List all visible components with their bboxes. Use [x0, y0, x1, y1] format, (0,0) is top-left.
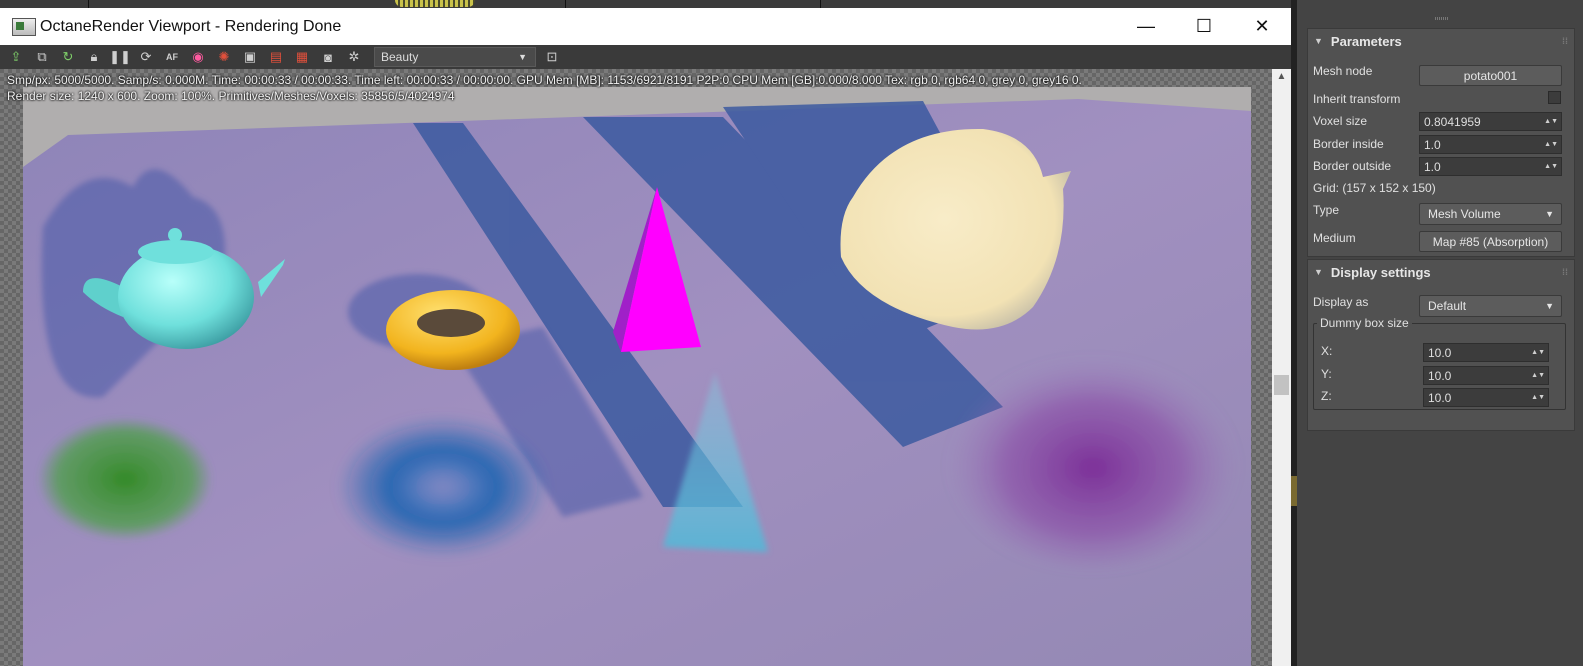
- viewport-scrollbar[interactable]: ▲: [1272, 69, 1291, 666]
- rollout-handle-icon: ⁞⁞: [1562, 267, 1568, 277]
- medium-label: Medium: [1313, 231, 1356, 245]
- border-inside-value: 1.0: [1424, 137, 1441, 152]
- x-label: X:: [1321, 344, 1333, 358]
- mesh-node-label: Mesh node: [1313, 64, 1373, 78]
- close-button[interactable]: ✕: [1233, 8, 1291, 45]
- display-as-label: Display as: [1313, 295, 1369, 309]
- type-dropdown[interactable]: Mesh Volume ▼: [1419, 203, 1562, 225]
- spinner-arrows-icon[interactable]: ▲▼: [1544, 163, 1558, 170]
- blue-volume-torus: [338, 417, 548, 557]
- y-value: 10.0: [1428, 368, 1452, 383]
- panel-grip-icon[interactable]: [1435, 17, 1449, 20]
- export-icon[interactable]: ⇪: [6, 47, 26, 67]
- rollout-handle-icon: ⁞⁞: [1562, 36, 1568, 46]
- render-stats-line-1: Smp/px: 5000/5000. Samp/s: 0.000M. Time:…: [7, 73, 1082, 87]
- chevron-down-icon: ▼: [1545, 301, 1554, 311]
- lock-icon[interactable]: 🔒︎: [84, 47, 104, 67]
- background-tick: [88, 0, 89, 8]
- x-value: 10.0: [1428, 345, 1452, 360]
- chevron-down-icon: ▼: [1545, 209, 1554, 219]
- medium-button[interactable]: Map #85 (Absorption): [1419, 231, 1562, 252]
- viewport-toolbar: ⇪ ⧉ ↻ 🔒︎ ❚❚ ⟳ AF ◉ ✺ ▣ ▤ ▦ ◙ ✲ Beauty ▼ …: [0, 45, 1291, 69]
- voxel-size-value: 0.8041959: [1424, 114, 1481, 129]
- settings-gear-icon[interactable]: ✲: [344, 47, 364, 67]
- render-pass-value: Beauty: [381, 50, 419, 64]
- z-value: 10.0: [1428, 390, 1452, 405]
- border-outside-value: 1.0: [1424, 159, 1441, 174]
- border-inside-spinner[interactable]: 1.0 ▲▼: [1419, 135, 1562, 154]
- viewport-icon[interactable]: ⊡: [542, 47, 562, 67]
- background-app-strip: [0, 0, 1297, 8]
- z-label: Z:: [1321, 389, 1332, 403]
- x-spinner[interactable]: 10.0 ▲▼: [1423, 343, 1549, 362]
- window-title: OctaneRender Viewport - Rendering Done: [40, 17, 342, 35]
- display-settings-title: Display settings: [1330, 264, 1431, 280]
- parameters-title: Parameters: [1330, 33, 1402, 49]
- render-icon[interactable]: ◙: [318, 47, 338, 67]
- minimize-button[interactable]: —: [1117, 8, 1175, 45]
- spinner-arrows-icon[interactable]: ▲▼: [1531, 349, 1545, 356]
- display-as-dropdown[interactable]: Default ▼: [1419, 295, 1562, 317]
- border-inside-label: Border inside: [1313, 137, 1384, 151]
- render-stats-line-2: Render size: 1240 x 600. Zoom: 100%. Pri…: [7, 89, 455, 103]
- copy-icon[interactable]: ⧉: [32, 47, 52, 67]
- af-icon[interactable]: AF: [162, 47, 182, 67]
- scroll-up-icon[interactable]: ▲: [1272, 71, 1291, 82]
- render-viewport[interactable]: Smp/px: 5000/5000. Samp/s: 0.000M. Time:…: [0, 69, 1272, 666]
- octane-app-icon: [12, 17, 36, 36]
- display-as-value: Default: [1428, 299, 1467, 313]
- background-tick: [820, 0, 821, 8]
- z-spinner[interactable]: 10.0 ▲▼: [1423, 388, 1549, 407]
- mesh-node-button[interactable]: potato001: [1419, 65, 1562, 86]
- border-outside-label: Border outside: [1313, 159, 1392, 173]
- command-panel: ▼ Parameters ⁞⁞ Mesh node potato001 Inhe…: [1297, 0, 1583, 666]
- refresh-icon[interactable]: ⟳: [136, 47, 156, 67]
- voxel-size-spinner[interactable]: 0.8041959 ▲▼: [1419, 112, 1562, 131]
- parameters-rollout: ▼ Parameters ⁞⁞ Mesh node potato001 Inhe…: [1307, 28, 1575, 257]
- film-icon[interactable]: ▤: [266, 47, 286, 67]
- material-picker-icon[interactable]: ✺: [214, 47, 234, 67]
- inherit-transform-label: Inherit transform: [1313, 92, 1401, 106]
- grid-label: Grid: (157 x 152 x 150): [1313, 181, 1436, 195]
- spinner-arrows-icon[interactable]: ▲▼: [1531, 372, 1545, 379]
- border-outside-spinner[interactable]: 1.0 ▲▼: [1419, 157, 1562, 176]
- purple-volume-potato: [948, 347, 1238, 567]
- restart-icon[interactable]: ↻: [58, 47, 78, 67]
- y-spinner[interactable]: 10.0 ▲▼: [1423, 366, 1549, 385]
- render-image: [23, 87, 1251, 666]
- octane-viewport-window: OctaneRender Viewport - Rendering Done —…: [0, 0, 1297, 666]
- chevron-down-icon: ▼: [518, 52, 527, 62]
- color-picker-icon[interactable]: ◉: [188, 47, 208, 67]
- voxel-size-label: Voxel size: [1313, 114, 1368, 128]
- pause-icon[interactable]: ❚❚: [109, 47, 131, 67]
- title-bar[interactable]: OctaneRender Viewport - Rendering Done —…: [0, 8, 1291, 46]
- green-volume-teapot: [37, 417, 213, 541]
- y-label: Y:: [1321, 367, 1332, 381]
- render-pass-select[interactable]: Beauty ▼: [374, 47, 536, 67]
- spinner-arrows-icon[interactable]: ▲▼: [1544, 141, 1558, 148]
- display-settings-header[interactable]: ▼ Display settings ⁞⁞: [1308, 260, 1574, 284]
- collapse-triangle-icon: ▼: [1314, 267, 1323, 277]
- background-mesh-preview: [395, 0, 475, 7]
- camera-icon[interactable]: ▦: [292, 47, 312, 67]
- spinner-arrows-icon[interactable]: ▲▼: [1531, 394, 1545, 401]
- scroll-thumb[interactable]: [1274, 375, 1289, 395]
- dummy-box-size-label: Dummy box size: [1317, 316, 1412, 330]
- collapse-triangle-icon: ▼: [1314, 36, 1323, 46]
- yellow-torus: [386, 290, 520, 370]
- inherit-transform-checkbox[interactable]: [1548, 91, 1561, 104]
- type-value: Mesh Volume: [1428, 207, 1501, 221]
- maximize-button[interactable]: ☐: [1175, 8, 1233, 45]
- spinner-arrows-icon[interactable]: ▲▼: [1544, 118, 1558, 125]
- region-icon[interactable]: ▣: [240, 47, 260, 67]
- background-tick: [565, 0, 566, 8]
- type-label: Type: [1313, 203, 1340, 217]
- parameters-header[interactable]: ▼ Parameters ⁞⁞: [1308, 29, 1574, 53]
